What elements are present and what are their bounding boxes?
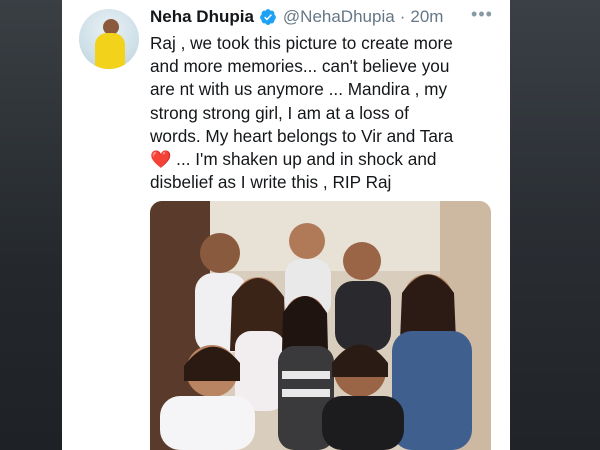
tweet-text: Raj , we took this picture to create mor… (150, 32, 506, 194)
background-left (0, 0, 62, 450)
group-photo-illustration (150, 201, 491, 450)
background-right (510, 0, 600, 450)
heart-emoji-icon: ❤️ (150, 149, 172, 170)
more-options-icon[interactable]: ••• (470, 5, 494, 23)
tweet-photo[interactable] (150, 201, 491, 450)
tweet-line: words. My heart belongs to Vir and Tara (150, 125, 454, 146)
timestamp[interactable]: 20m (410, 7, 443, 27)
avatar[interactable] (79, 9, 139, 69)
verified-badge-icon (259, 8, 277, 26)
tweet-line: are nt with us anymore ... Mandira , my (150, 79, 448, 100)
tweet-header: Neha Dhupia @NehaDhupia · 20m (150, 6, 443, 28)
tweet-line: disbelief as I write this , RIP Raj (150, 172, 392, 193)
display-name[interactable]: Neha Dhupia (150, 7, 254, 27)
tweet-line: and more memories... can't believe you (150, 56, 450, 77)
tweet-line: strong strong girl, I am at a loss of (150, 102, 409, 123)
tweet-line-text: ... I'm shaken up and in shock and (171, 149, 437, 170)
separator-dot: · (399, 7, 406, 26)
tweet-line-with-heart: ❤️ ... I'm shaken up and in shock and (150, 148, 506, 171)
user-handle[interactable]: @NehaDhupia (283, 7, 395, 27)
avatar-dress (95, 33, 125, 69)
tweet-card: Neha Dhupia @NehaDhupia · 20m ••• Raj , … (62, 0, 510, 450)
tweet-line: Raj , we took this picture to create mor… (150, 33, 453, 53)
